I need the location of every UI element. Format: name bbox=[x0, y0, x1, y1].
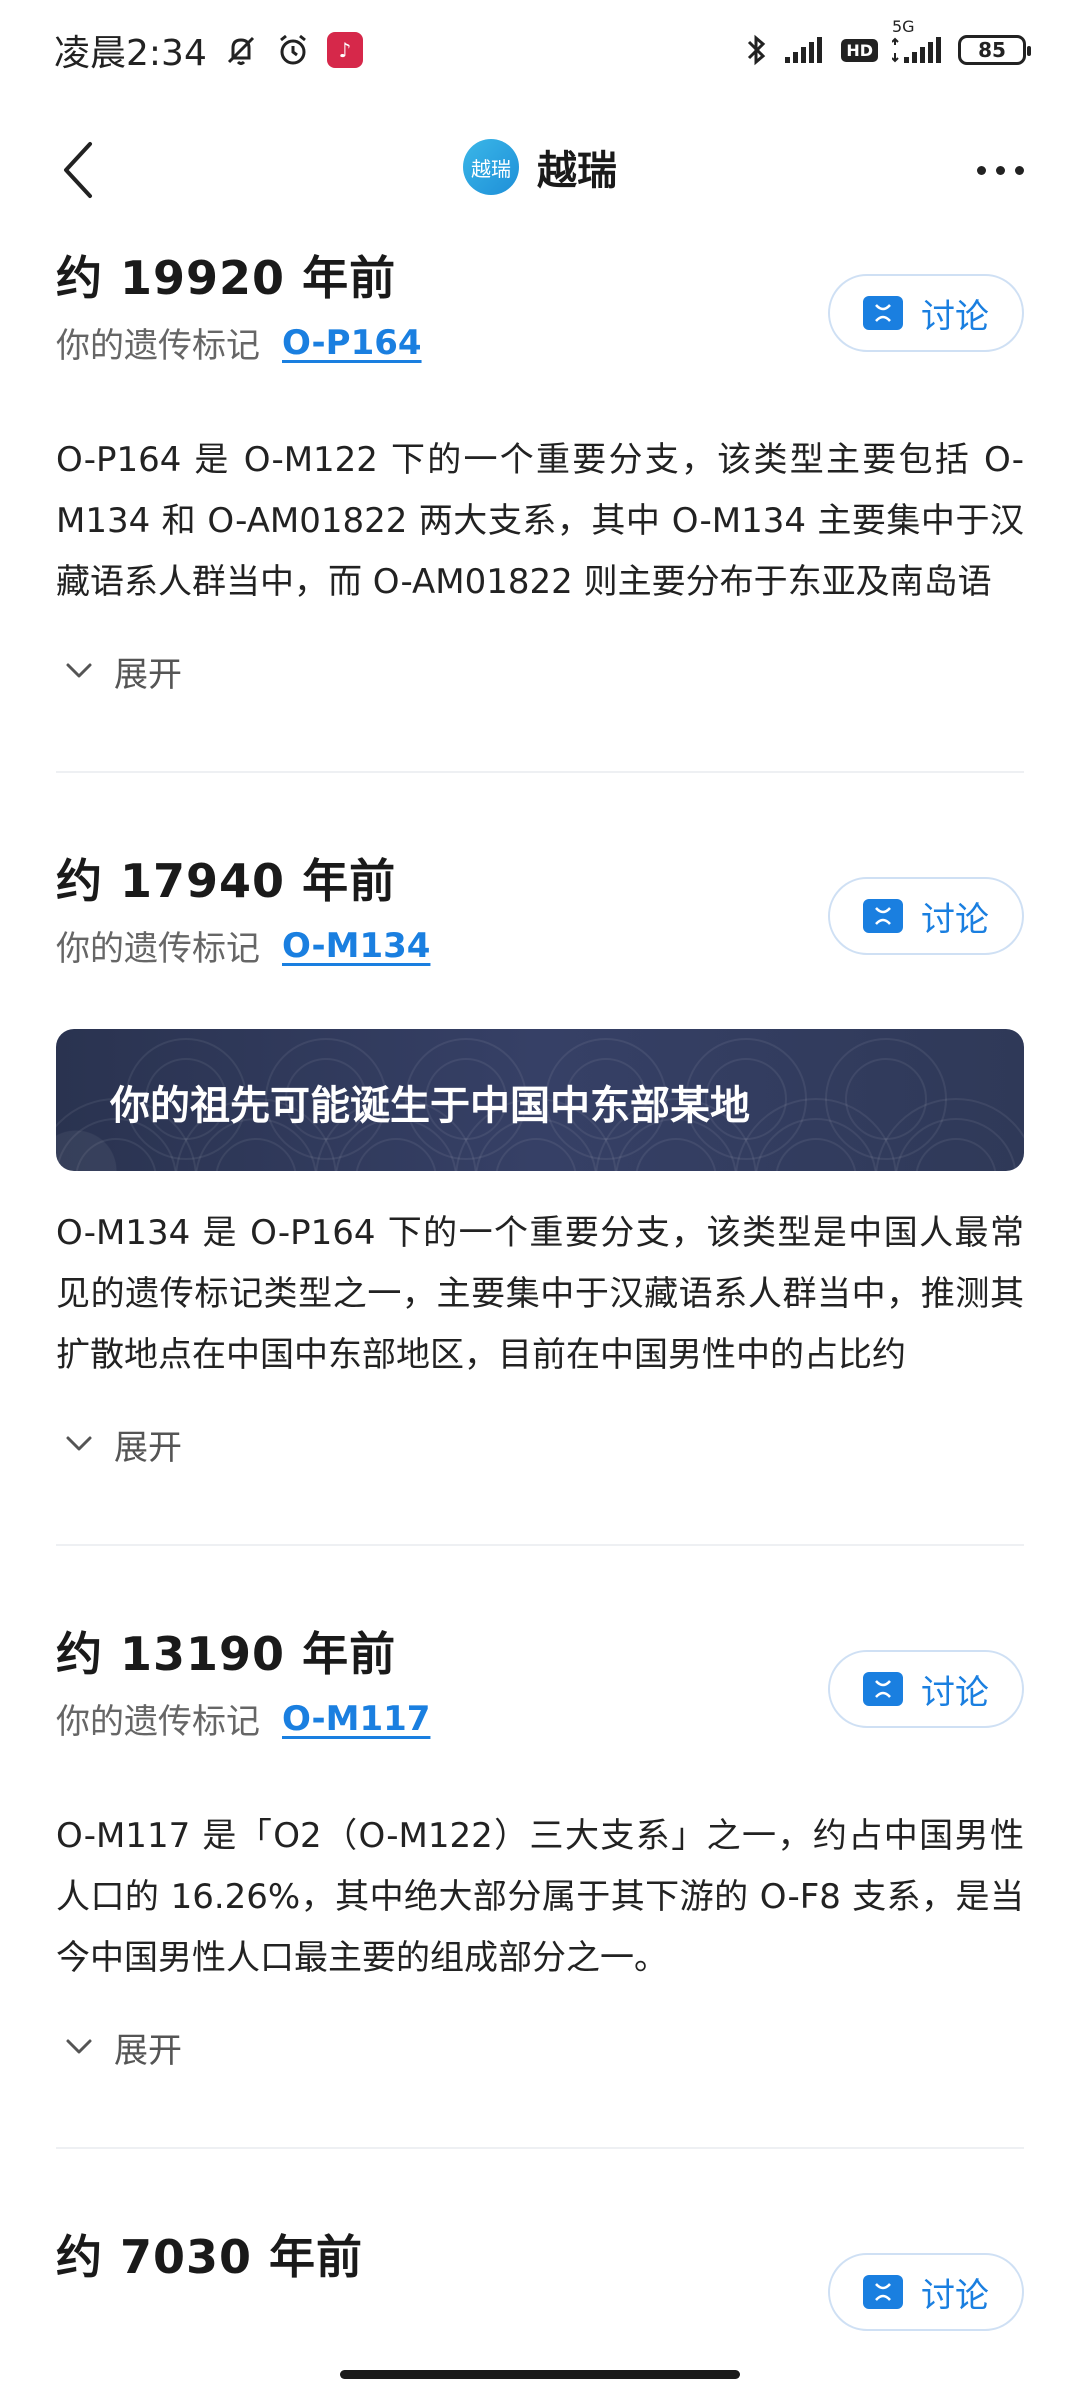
nav-center: 越瑞 越瑞 bbox=[0, 138, 1080, 196]
hd-badge: HD bbox=[841, 38, 878, 62]
timeline-section: 约 13190 年前 你的遗传标记 O-M117 讨论 O-M117 是「O2（… bbox=[56, 1606, 1024, 2149]
marker-label: 你的遗传标记 bbox=[56, 1702, 260, 1742]
marker-link[interactable]: O-M117 bbox=[282, 1699, 430, 1739]
status-bar: 凌晨2:34 ♪ HD 5G 85 bbox=[0, 0, 1080, 100]
mute-icon bbox=[223, 32, 259, 68]
section-description: O-P164 是 O-M122 下的一个重要分支，该类型主要包括 O-M134 … bbox=[56, 440, 1024, 602]
expand-toggle[interactable]: 展开 bbox=[56, 1414, 1024, 1474]
alarm-icon bbox=[275, 32, 311, 68]
timeline-section: 约 7030 年前 讨论 bbox=[56, 2209, 1024, 2339]
timeline-content: 约 19920 年前 你的遗传标记 O-P164 讨论 O-P164 是 O-M… bbox=[56, 230, 1024, 2339]
marker-label: 你的遗传标记 bbox=[56, 326, 260, 366]
expand-toggle[interactable]: 展开 bbox=[56, 641, 1024, 701]
page-title: 越瑞 bbox=[537, 148, 617, 194]
discuss-icon bbox=[863, 296, 903, 330]
battery-indicator: 85 bbox=[958, 35, 1031, 65]
marker-link[interactable]: O-P164 bbox=[282, 323, 422, 363]
marker-label: 你的遗传标记 bbox=[56, 929, 260, 969]
section-header: 约 7030 年前 讨论 bbox=[56, 2209, 1024, 2339]
section-header: 约 17940 年前 你的遗传标记 O-M134 讨论 bbox=[56, 833, 1024, 973]
more-dot-icon bbox=[995, 165, 1005, 175]
nav-bar: 越瑞 越瑞 bbox=[0, 110, 1080, 230]
marker-link[interactable]: O-M134 bbox=[282, 926, 430, 966]
discuss-label: 讨论 bbox=[921, 296, 989, 337]
section-description: O-M117 是「O2（O-M122）三大支系」之一，约占中国男性人口的 16.… bbox=[56, 1816, 1024, 1978]
discuss-icon bbox=[863, 1672, 903, 1706]
discuss-button[interactable]: 讨论 bbox=[828, 2253, 1024, 2331]
status-right: HD 5G 85 bbox=[745, 17, 1031, 68]
status-time: 凌晨2:34 bbox=[54, 33, 207, 74]
era-title: 约 19920 年前 bbox=[56, 251, 397, 305]
chevron-down-icon bbox=[66, 663, 92, 678]
era-title: 约 17940 年前 bbox=[56, 854, 397, 908]
section-divider bbox=[56, 771, 1024, 773]
chevron-down-icon bbox=[66, 1436, 92, 1451]
more-dot-icon bbox=[976, 165, 986, 175]
expand-label: 展开 bbox=[114, 1427, 182, 1468]
discuss-label: 讨论 bbox=[921, 899, 989, 940]
expand-toggle[interactable]: 展开 bbox=[56, 2017, 1024, 2077]
discuss-label: 讨论 bbox=[921, 2275, 989, 2316]
more-button[interactable] bbox=[960, 146, 1040, 194]
discuss-button[interactable]: 讨论 bbox=[828, 1650, 1024, 1728]
expand-label: 展开 bbox=[114, 2030, 182, 2071]
bluetooth-icon bbox=[745, 32, 769, 68]
status-left: 凌晨2:34 ♪ bbox=[54, 24, 363, 76]
era-title: 约 7030 年前 bbox=[56, 2230, 364, 2284]
origin-banner: 你的祖先可能诞生于中国中东部某地 bbox=[56, 1029, 1024, 1171]
home-indicator[interactable] bbox=[340, 2370, 740, 2379]
era-title: 约 13190 年前 bbox=[56, 1627, 397, 1681]
discuss-button[interactable]: 讨论 bbox=[828, 877, 1024, 955]
expand-label: 展开 bbox=[114, 654, 182, 695]
section-divider bbox=[56, 2147, 1024, 2149]
section-header: 约 13190 年前 你的遗传标记 O-M117 讨论 bbox=[56, 1606, 1024, 1746]
battery-level: 85 bbox=[978, 38, 1006, 62]
douyin-icon: ♪ bbox=[326, 32, 363, 68]
signal-5g-icon: 5G bbox=[892, 17, 944, 65]
marker-line: 你的遗传标记 O-P164 bbox=[56, 318, 422, 367]
signal-icon bbox=[783, 35, 827, 65]
banner-text: 你的祖先可能诞生于中国中东部某地 bbox=[110, 1083, 750, 1129]
more-dot-icon bbox=[1014, 165, 1024, 175]
section-header: 约 19920 年前 你的遗传标记 O-P164 讨论 bbox=[56, 230, 1024, 370]
discuss-icon bbox=[863, 2275, 903, 2309]
discuss-button[interactable]: 讨论 bbox=[828, 274, 1024, 352]
discuss-label: 讨论 bbox=[921, 1672, 989, 1713]
timeline-section: 约 17940 年前 你的遗传标记 O-M134 讨论 你的祖先可能诞生于中国中… bbox=[56, 833, 1024, 1546]
marker-line: 你的遗传标记 O-M117 bbox=[56, 1694, 430, 1743]
screen: 凌晨2:34 ♪ HD 5G 85 越瑞 越瑞 约 19920 年前 你的遗传标… bbox=[0, 0, 1080, 2400]
app-logo-text: 越瑞 bbox=[471, 156, 511, 181]
app-logo: 越瑞 bbox=[463, 139, 519, 195]
timeline-section: 约 19920 年前 你的遗传标记 O-P164 讨论 O-P164 是 O-M… bbox=[56, 230, 1024, 773]
marker-line: 你的遗传标记 O-M134 bbox=[56, 921, 430, 970]
section-description: O-M134 是 O-P164 下的一个重要分支，该类型是中国人最常见的遗传标记… bbox=[56, 1213, 1024, 1375]
chevron-down-icon bbox=[66, 2039, 92, 2054]
network-type: 5G bbox=[892, 17, 915, 36]
discuss-icon bbox=[863, 899, 903, 933]
section-divider bbox=[56, 1544, 1024, 1546]
